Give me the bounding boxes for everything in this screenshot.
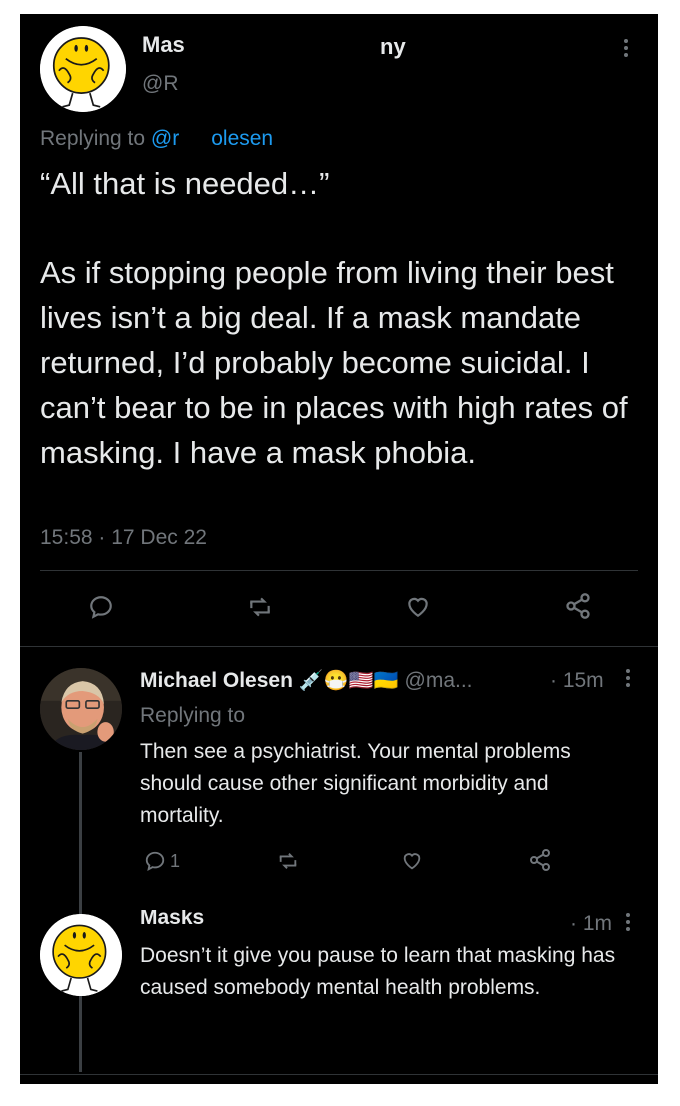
reply1-time[interactable]: · 15m [550,669,604,693]
reply2-time[interactable]: · 1m [570,912,612,936]
like-button[interactable] [404,594,432,620]
replying-mention-link[interactable]: @r olesen [151,127,273,150]
reply2-body: Doesn’t it give you pause to learn that … [140,944,616,999]
reply1-avatar[interactable] [40,668,122,750]
redaction-bar [190,32,400,58]
mr-happy-avatar-image [40,26,126,112]
more-options-icon[interactable] [620,668,636,692]
reply-button[interactable] [88,594,114,620]
thread-connector-line [79,752,82,1072]
reply1-handle[interactable]: @ma... [405,669,473,693]
main-display-name[interactable]: Mas [142,32,185,58]
divider [20,1074,658,1075]
reply1-header: Michael Olesen 💉😷🇺🇸🇺🇦 @ma... [140,668,473,693]
main-display-name-tail: ny [380,34,406,59]
heart-icon [408,597,428,617]
main-avatar[interactable] [40,26,126,112]
more-options-icon[interactable] [620,912,636,936]
reply2-avatar[interactable] [40,914,122,996]
retweet-icon [279,853,297,869]
reply1-like-button[interactable] [400,850,424,872]
divider [20,646,658,647]
main-tweet-timestamp[interactable]: 15:58 · 17 Dec 22 [40,526,207,550]
main-tweet-body: As if stopping people from living their … [40,255,628,470]
person-avatar-image [40,668,122,750]
share-button[interactable] [564,592,592,620]
main-replying-to: Replying to @r olesen [40,127,274,150]
main-tweet-quote: “All that is needed…” [40,166,330,201]
reply1-replying-to: Replying to [140,704,246,727]
reply1-body: Then see a psychiatrist. Your mental pro… [140,740,571,827]
redaction-bar [178,72,348,98]
more-options-icon[interactable] [618,38,634,62]
retweet-icon [250,597,270,617]
reply1-retweet-button[interactable] [276,850,300,872]
heart-icon [403,853,421,870]
reply1-reply-button[interactable]: 1 [144,850,180,872]
share-icon [566,593,590,619]
reply1-share-button[interactable] [528,848,552,872]
mr-happy-avatar-image [40,914,122,996]
divider [40,570,638,571]
reply-icon [145,851,165,871]
share-icon [530,849,550,871]
reply1-display-name[interactable]: Michael Olesen [140,669,293,693]
retweet-button[interactable] [246,594,274,620]
twitter-thread-screen: Mas ny @Ra Replying to @r olesen “All tha… [20,14,658,1084]
reply2-display-name[interactable]: Masks [140,910,204,929]
reply-icon [90,596,112,619]
reply1-reply-count: 1 [170,850,181,871]
reply1-name-emojis: 💉😷🇺🇸🇺🇦 [298,670,399,692]
reply2-name-clip: Masks [140,910,204,932]
